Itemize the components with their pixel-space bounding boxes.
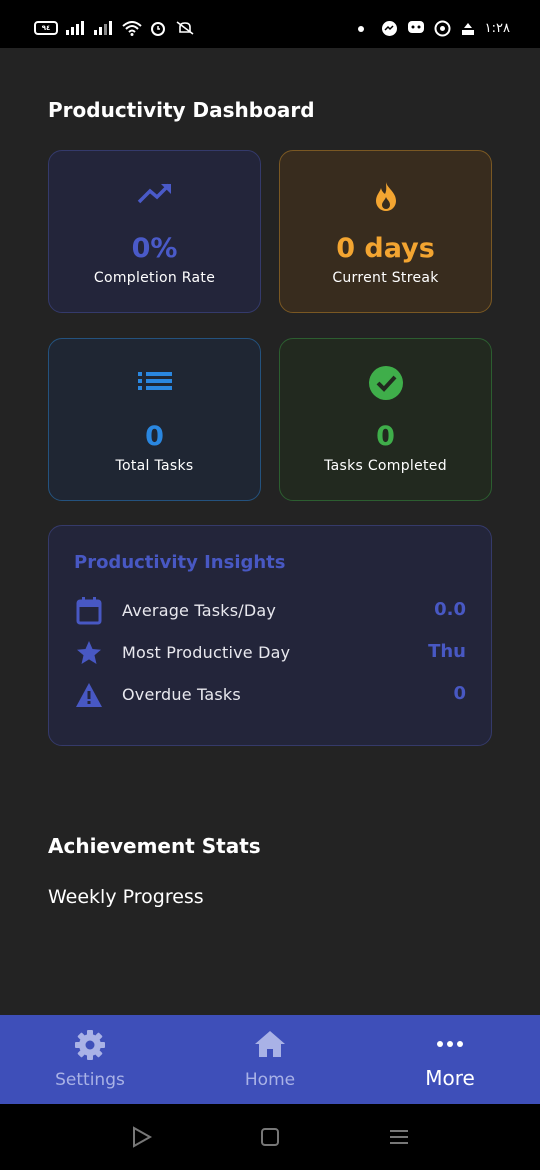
recents-icon[interactable] (388, 1126, 410, 1148)
clock-time: ١:٢٨ (484, 21, 510, 36)
messenger-icon (381, 21, 397, 36)
back-icon[interactable] (131, 1126, 153, 1148)
insight-value-average: 0.0 (434, 599, 466, 620)
signal-icon (66, 21, 84, 35)
insight-label-average: Average Tasks/Day (122, 601, 277, 620)
nav-more[interactable]: More (360, 1015, 540, 1104)
nav-settings-label: Settings (55, 1070, 125, 1090)
insight-label-overdue: Overdue Tasks (122, 685, 241, 704)
nav-home-label: Home (244, 1070, 296, 1090)
list-icon (137, 372, 172, 390)
current-streak-label: Current Streak (332, 270, 439, 286)
completion-rate-card: 0% Completion Rate (48, 150, 261, 313)
total-tasks-label: Total Tasks (115, 458, 194, 474)
gear-icon (75, 1030, 105, 1060)
trending-up-icon (137, 183, 171, 204)
insight-row-productive-day: Most Productive Day Thu (74, 638, 466, 668)
bottom-nav: Settings Home More (0, 1015, 540, 1104)
insight-label-productive-day: Most Productive Day (122, 643, 291, 662)
wifi-icon (122, 20, 142, 36)
fire-icon (375, 182, 396, 211)
home-square-icon[interactable] (259, 1126, 281, 1148)
calendar-icon (76, 597, 102, 625)
insight-value-overdue: 0 (453, 683, 466, 704)
insights-title: Productivity Insights (74, 552, 286, 573)
tasks-completed-card: 0 Tasks Completed (279, 338, 492, 501)
warning-icon (76, 683, 102, 707)
tasks-completed-value: 0 (376, 421, 395, 452)
nav-home[interactable]: Home (180, 1015, 360, 1104)
productivity-insights-card: Productivity Insights Average Tasks/Day … (48, 525, 492, 746)
more-dots-icon (437, 1041, 463, 1047)
mute-icon (176, 21, 194, 35)
completion-rate-value: 0% (131, 233, 178, 264)
cloud-upload-icon (461, 22, 474, 35)
page-title: Productivity Dashboard (48, 98, 315, 122)
tasks-completed-label: Tasks Completed (324, 458, 447, 474)
dot-indicator (357, 25, 364, 32)
insight-row-overdue: Overdue Tasks 0 (74, 680, 466, 710)
chat-icon (407, 21, 424, 33)
insight-value-productive-day: Thu (428, 641, 466, 662)
system-nav-bar (0, 1104, 540, 1170)
star-icon (77, 641, 101, 664)
current-streak-value: 0 days (336, 233, 435, 264)
achievement-stats-heading: Achievement Stats (48, 834, 261, 858)
whatsapp-icon (434, 20, 451, 37)
nav-more-label: More (425, 1066, 475, 1090)
signal-icon-2 (94, 21, 112, 35)
weekly-progress-heading: Weekly Progress (48, 886, 204, 908)
total-tasks-card: 0 Total Tasks (48, 338, 261, 501)
check-circle-icon (368, 366, 403, 400)
total-tasks-value: 0 (145, 421, 164, 452)
app-content: Productivity Dashboard 0% Completion Rat… (0, 48, 540, 1015)
completion-rate-label: Completion Rate (93, 270, 216, 286)
current-streak-card: 0 days Current Streak (279, 150, 492, 313)
alarm-icon (151, 22, 165, 36)
battery-icon: ٩٤ (34, 21, 58, 35)
nav-settings[interactable]: Settings (0, 1015, 180, 1104)
insight-row-average: Average Tasks/Day 0.0 (74, 596, 466, 626)
home-icon (255, 1031, 285, 1057)
status-bar: ٩٤ ١:٢٨ (0, 0, 540, 48)
